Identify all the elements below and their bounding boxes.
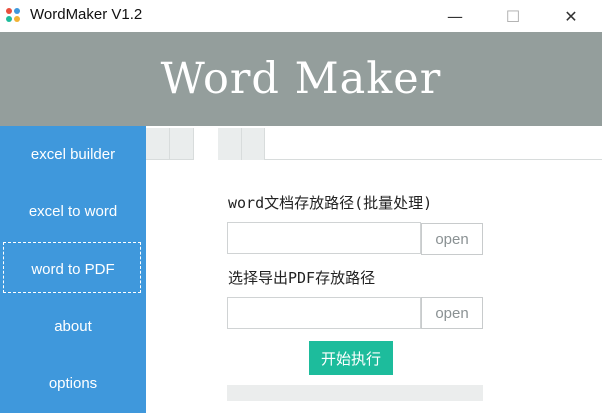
app-heading: Word Maker [160,54,442,104]
sidebar: excel builder excel to word word to PDF … [0,126,146,413]
pdf-path-label: 选择导出PDF存放路径 [228,269,376,287]
word-path-label: word文档存放路径(批量处理) [228,194,433,212]
pdf-path-input[interactable] [227,297,421,329]
sidebar-item-about[interactable]: about [0,298,146,355]
tab-4[interactable] [218,128,242,160]
tab-5[interactable] [242,128,265,160]
sidebar-item-excel-to-word[interactable]: excel to word [0,183,146,240]
tab-3[interactable] [194,128,218,161]
sidebar-item-word-to-pdf[interactable]: word to PDF [0,241,146,298]
sidebar-item-label: options [48,375,98,392]
tab-1[interactable] [146,128,170,160]
window-title: WordMaker V1.2 [30,6,143,23]
word-path-input[interactable] [227,222,421,254]
sidebar-item-options[interactable]: options [0,355,146,412]
minimize-icon: — [447,6,463,26]
wordmaker-app-icon [6,8,22,24]
focus-outline [3,242,141,293]
close-button[interactable]: ✕ [548,0,594,32]
pdf-open-button[interactable]: open [421,297,483,329]
sidebar-item-label: about [54,318,92,335]
start-button[interactable]: 开始执行 [309,341,393,375]
sidebar-item-excel-builder[interactable]: excel builder [0,126,146,183]
sidebar-item-label: excel builder [30,146,116,163]
header-banner: Word Maker [0,32,602,126]
progress-bar [227,385,483,401]
close-icon: ✕ [564,6,578,26]
sidebar-item-label: excel to word [28,203,118,220]
word-open-button[interactable]: open [421,223,483,255]
maximize-icon: ☐ [505,6,521,26]
title-bar: WordMaker V1.2 — ☐ ✕ [0,0,602,32]
tab-2[interactable] [170,128,194,160]
maximize-button[interactable]: ☐ [490,0,536,32]
minimize-button[interactable]: — [432,0,478,32]
